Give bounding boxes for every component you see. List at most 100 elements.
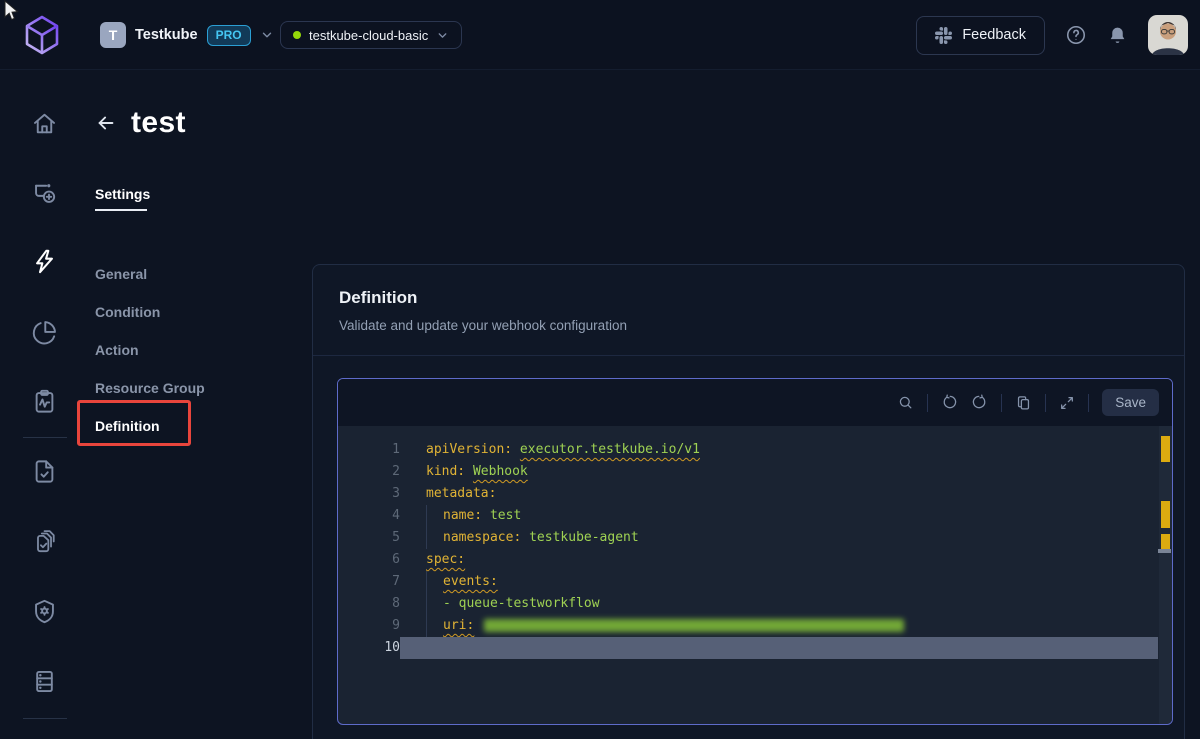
code-line-3[interactable]: 3metadata:	[338, 483, 1172, 505]
environment-select[interactable]: testkube-cloud-basic	[280, 21, 462, 49]
line-content	[400, 637, 1158, 659]
notifications-button[interactable]	[1107, 25, 1128, 46]
yaml-value: test	[490, 508, 521, 523]
yaml-key: events:	[443, 574, 498, 589]
yaml-key: kind:	[426, 464, 465, 479]
shield-gear-icon	[31, 598, 58, 625]
left-sidebar	[0, 70, 90, 739]
code-line-5[interactable]: 5namespace: testkube-agent	[338, 527, 1172, 549]
code-line-8[interactable]: 8- queue-testworkflow	[338, 593, 1172, 615]
clipboard-pulse-icon	[31, 388, 58, 415]
toolbar-separator	[1045, 394, 1046, 412]
warning-marker	[1161, 501, 1170, 528]
save-button[interactable]: Save	[1102, 389, 1159, 416]
line-content: kind: Webhook	[400, 461, 1158, 483]
sidebar-item-lightning[interactable]	[31, 248, 59, 276]
line-content: namespace: testkube-agent	[400, 527, 1158, 549]
yaml-dash: -	[443, 596, 459, 611]
subnav-item-condition[interactable]: Condition	[95, 293, 205, 331]
fullscreen-button[interactable]	[1059, 395, 1075, 411]
indent-guide	[426, 593, 443, 615]
card-title: Definition	[339, 288, 1158, 308]
code-line-9[interactable]: 9uri:	[338, 615, 1172, 637]
server-rack-icon	[31, 668, 58, 695]
help-button[interactable]	[1065, 24, 1087, 46]
line-content: events:	[400, 571, 1158, 593]
line-content: apiVersion: executor.testkube.io/v1	[400, 439, 1158, 461]
feedback-button[interactable]: Feedback	[916, 16, 1045, 55]
code-line-2[interactable]: 2kind: Webhook	[338, 461, 1172, 483]
subnav-item-resource-group[interactable]: Resource Group	[95, 369, 205, 407]
overview-ruler	[1159, 426, 1172, 724]
code-line-10[interactable]: 10	[338, 637, 1172, 659]
line-content: name: test	[400, 505, 1158, 527]
warning-marker	[1161, 436, 1170, 462]
search-button[interactable]	[897, 394, 914, 411]
sidebar-item-document-check[interactable]	[31, 458, 59, 486]
card-header: Definition Validate and update your webh…	[313, 265, 1184, 356]
copy-button[interactable]	[1015, 394, 1032, 411]
back-button[interactable]	[95, 112, 117, 134]
env-status-dot	[293, 31, 301, 39]
trigger-add-icon	[31, 179, 58, 206]
sidebar-item-server-rack[interactable]	[31, 668, 59, 696]
yaml-value: queue-testworkflow	[459, 596, 600, 611]
yaml-key: namespace:	[443, 530, 521, 545]
testkube-logo-icon[interactable]	[20, 13, 64, 57]
undo-button[interactable]	[941, 394, 958, 411]
sidebar-item-clipboard-pulse[interactable]	[31, 388, 59, 416]
card-description: Validate and update your webhook configu…	[339, 318, 1158, 333]
line-number: 3	[338, 483, 400, 505]
code-line-1[interactable]: 1apiVersion: executor.testkube.io/v1	[338, 439, 1172, 461]
org-name: Testkube	[135, 27, 198, 43]
toolbar-separator	[927, 394, 928, 412]
yaml-value: executor.testkube.io/v1	[520, 442, 700, 457]
line-content: - queue-testworkflow	[400, 593, 1158, 615]
sidebar-item-trigger-add[interactable]	[31, 179, 59, 207]
chevron-down-icon	[260, 28, 274, 42]
yaml-key: uri:	[443, 618, 474, 633]
redo-icon	[971, 394, 988, 411]
subnav-item-general[interactable]: General	[95, 255, 205, 293]
line-number: 5	[338, 527, 400, 549]
chevron-down-icon	[436, 29, 449, 42]
line-number: 1	[338, 439, 400, 461]
feedback-label: Feedback	[962, 27, 1026, 43]
home-icon	[31, 110, 58, 137]
yaml-value: Webhook	[473, 464, 528, 479]
question-circle-icon	[1065, 24, 1087, 46]
sidebar-item-home[interactable]	[31, 110, 59, 138]
subnav-item-action[interactable]: Action	[95, 331, 205, 369]
undo-icon	[941, 394, 958, 411]
tab-settings[interactable]: Settings	[95, 186, 150, 202]
pie-chart-icon	[31, 319, 58, 346]
sidebar-item-documents-stack[interactable]	[31, 528, 59, 556]
indent-guide	[426, 527, 443, 549]
definition-card: Definition Validate and update your webh…	[312, 264, 1185, 739]
arrow-left-icon	[95, 112, 117, 134]
lightning-icon	[31, 248, 58, 275]
yaml-key: name:	[443, 508, 482, 523]
line-content: metadata:	[400, 483, 1158, 505]
indent-guide	[426, 615, 443, 637]
line-number: 10	[338, 637, 400, 659]
document-check-icon	[31, 458, 58, 485]
code-line-4[interactable]: 4name: test	[338, 505, 1172, 527]
yaml-editor[interactable]: Save 1apiVersion: executor.testkube.io/v…	[337, 378, 1173, 725]
env-name: testkube-cloud-basic	[309, 28, 428, 43]
redo-button[interactable]	[971, 394, 988, 411]
documents-stack-icon	[31, 528, 58, 555]
sidebar-item-shield-gear[interactable]	[31, 598, 59, 626]
org-avatar: T	[100, 22, 126, 48]
indent-guide	[426, 505, 443, 527]
user-avatar[interactable]	[1148, 15, 1188, 55]
line-number: 6	[338, 549, 400, 571]
settings-subnav: GeneralConditionActionResource GroupDefi…	[95, 255, 205, 445]
code-area[interactable]: 1apiVersion: executor.testkube.io/v12kin…	[338, 426, 1172, 724]
org-switcher[interactable]: T Testkube PRO	[100, 0, 274, 70]
code-line-6[interactable]: 6spec:	[338, 549, 1172, 571]
code-line-7[interactable]: 7events:	[338, 571, 1172, 593]
subnav-item-definition[interactable]: Definition	[95, 407, 205, 445]
cursor-position-marker	[1158, 549, 1171, 553]
sidebar-item-pie-chart[interactable]	[31, 319, 59, 347]
